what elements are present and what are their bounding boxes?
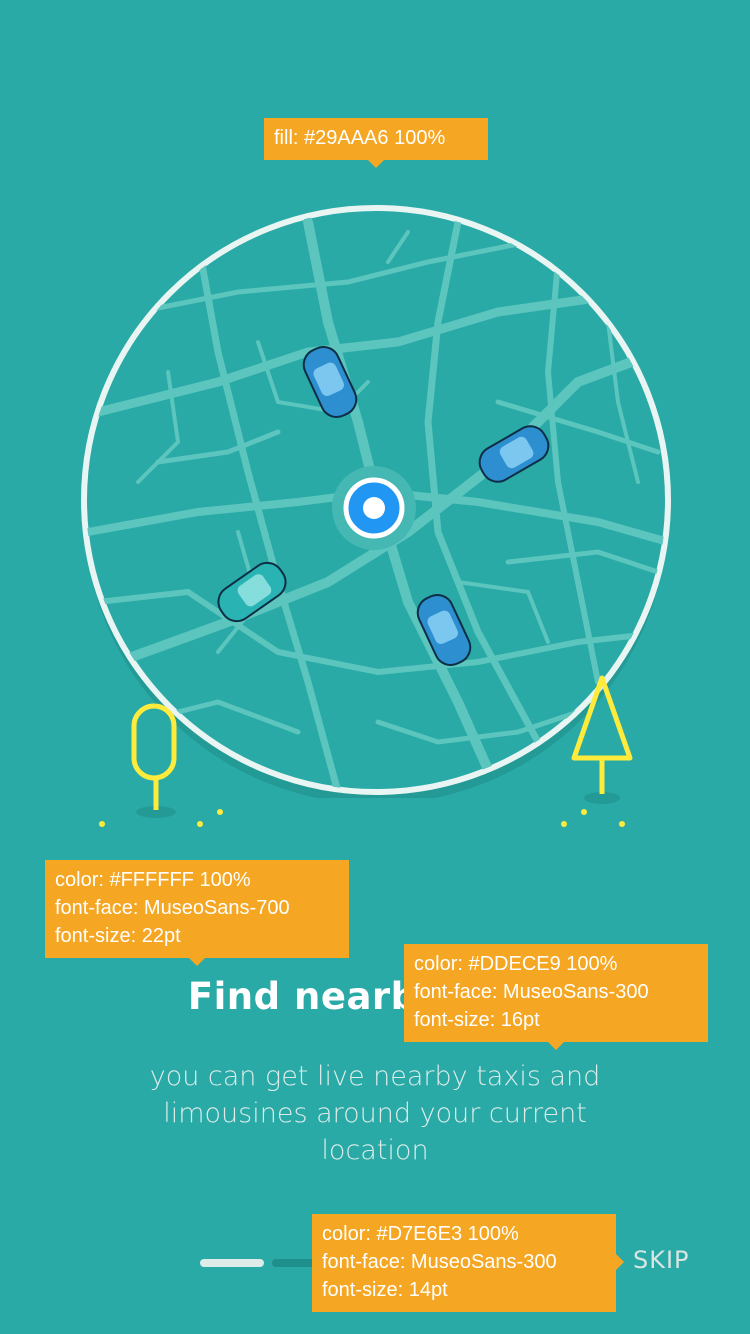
tree-round-icon [99,703,223,827]
annotation-line: font-size: 16pt [414,1009,540,1031]
annotation-line: font-face: MuseoSans-700 [55,897,290,919]
annotation-skip-spec: color: #D7E6E3 100% font-face: MuseoSans… [312,1214,624,1312]
annotation-subtitle-spec: color: #DDECE9 100% font-face: MuseoSans… [404,944,708,1050]
page-indicator-1[interactable] [200,1259,264,1267]
annotation-title-spec: color: #FFFFFF 100% font-face: MuseoSans… [45,860,349,966]
annotation-line: font-face: MuseoSans-300 [322,1251,557,1273]
annotation-line: color: #DDECE9 100% [414,953,618,975]
annotation-map-fill: fill: #29AAA6 100% [264,118,488,168]
annotation-line: color: #FFFFFF 100% [55,869,251,891]
onboarding-subtitle: you can get live nearby taxis and limous… [149,1061,601,1166]
annotation-line: font-size: 14pt [322,1279,448,1301]
skip-button[interactable]: SKIP [633,1246,690,1274]
annotation-line: color: #D7E6E3 100% [322,1223,519,1245]
annotation-line: fill: #29AAA6 100% [274,127,446,149]
annotation-line: font-face: MuseoSans-300 [414,981,649,1003]
annotation-line: font-size: 22pt [55,925,181,947]
location-dot [363,497,385,519]
tree-pine-icon [561,675,633,827]
